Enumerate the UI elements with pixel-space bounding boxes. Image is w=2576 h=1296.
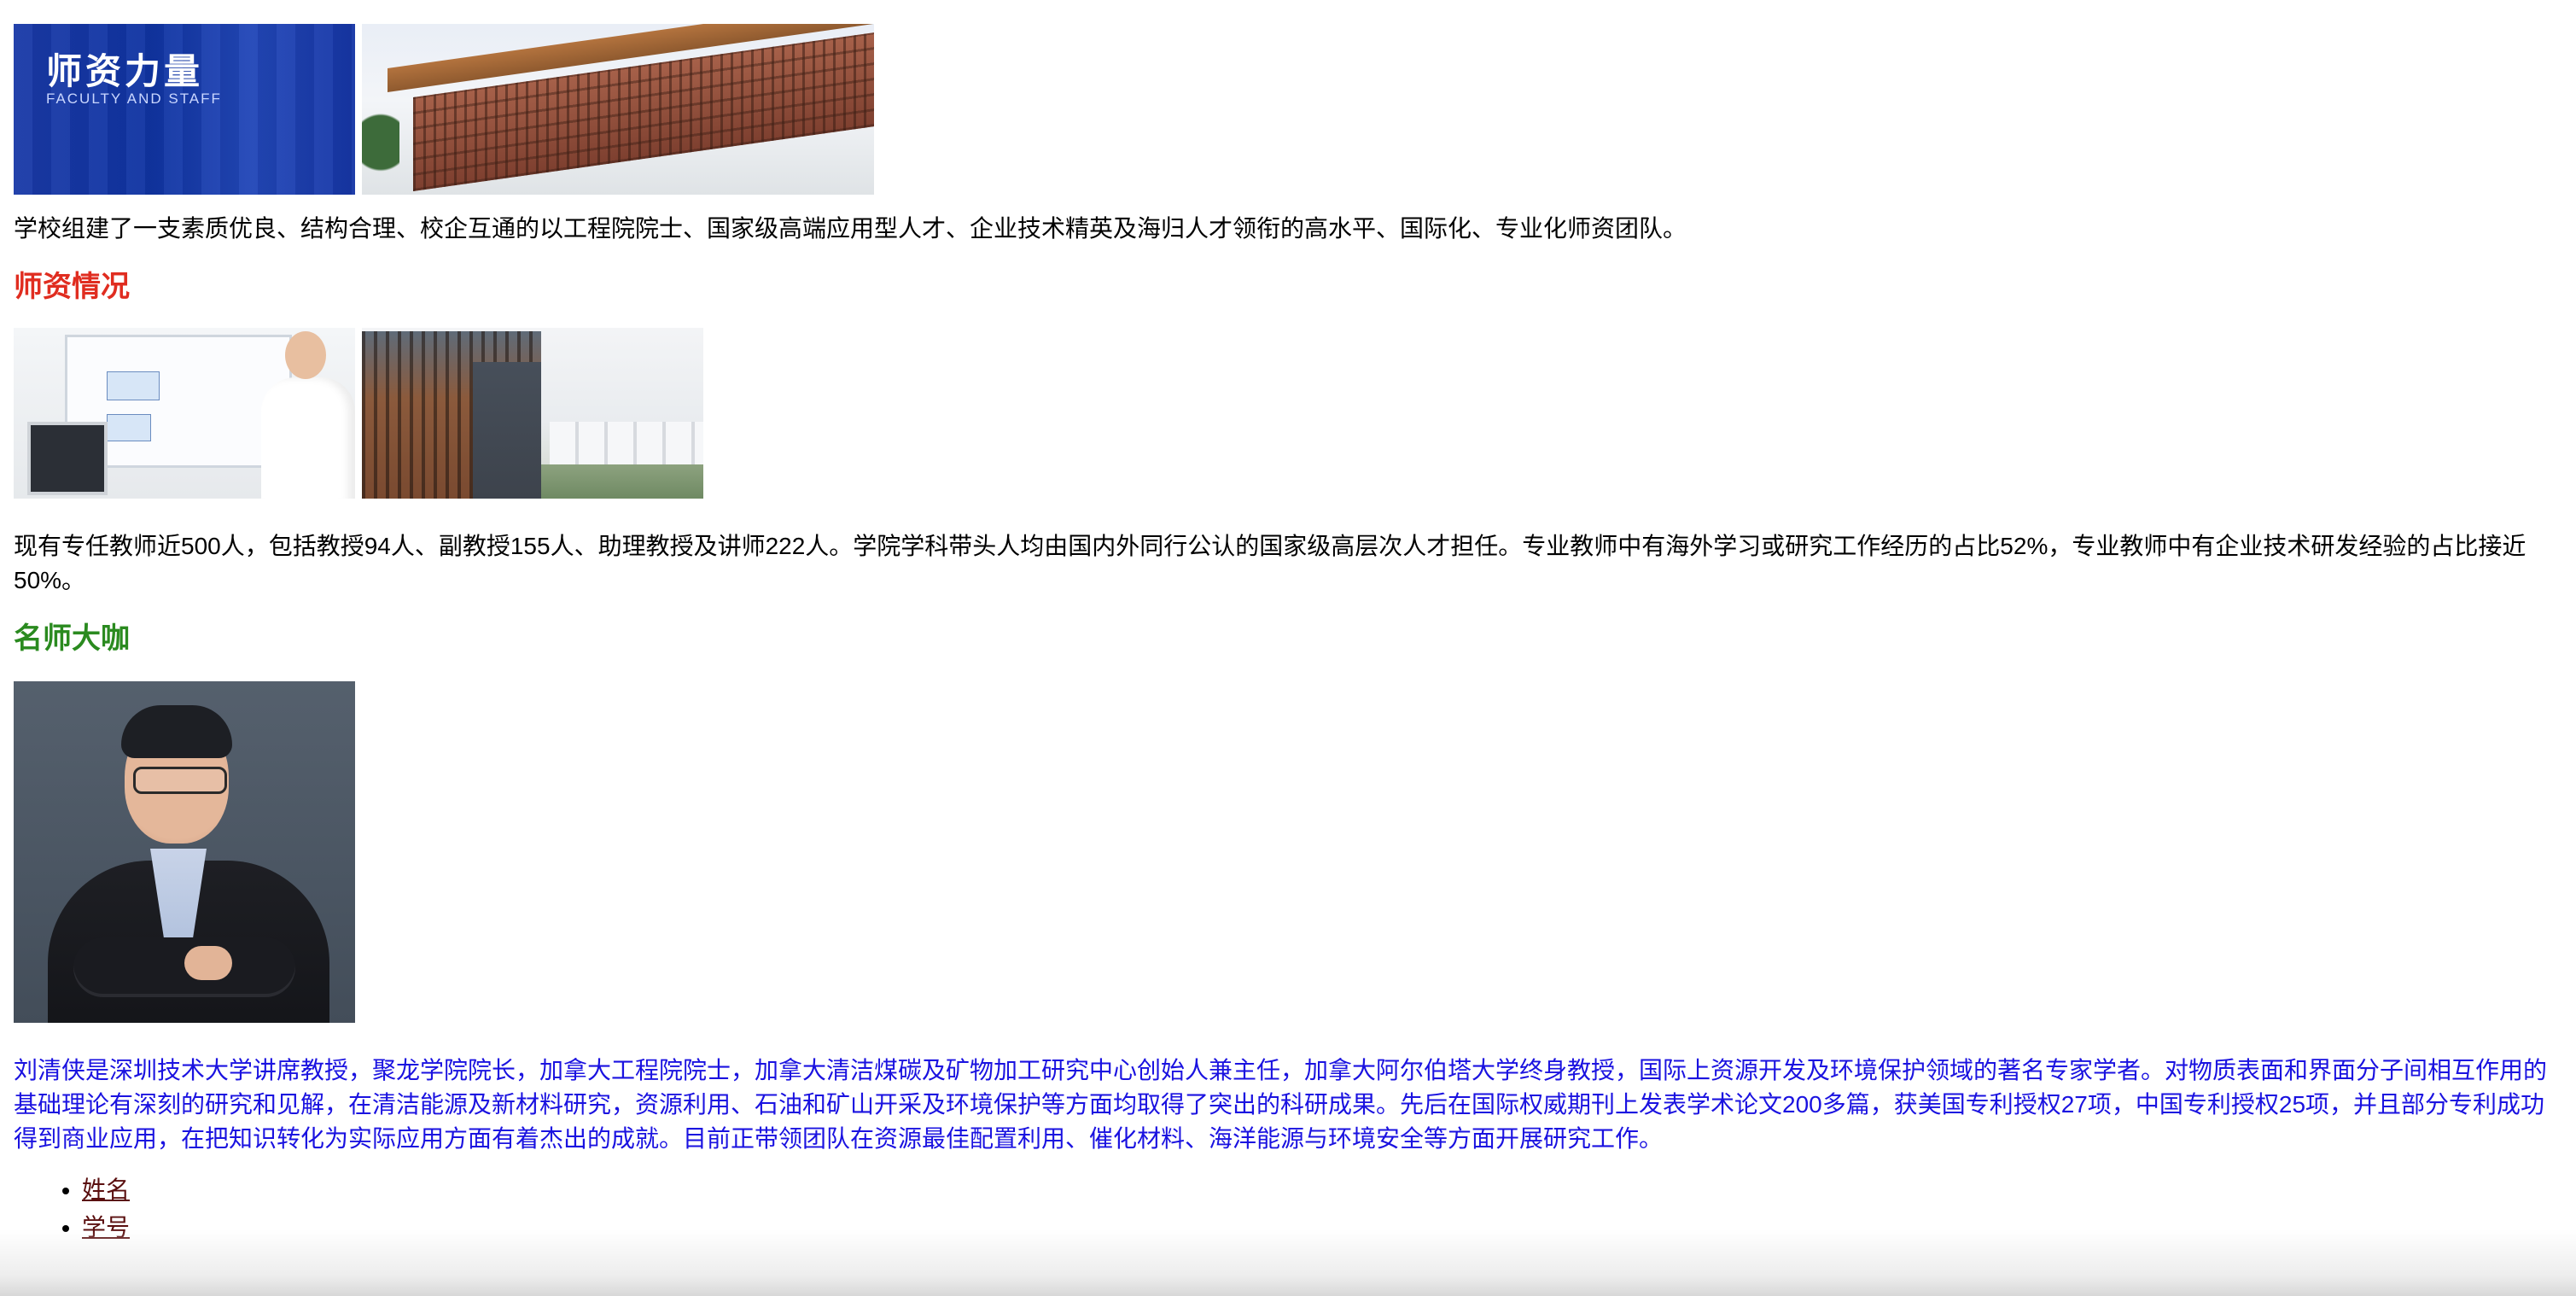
professor-bio: 刘清侠是深圳技术大学讲席教授，聚龙学院院长，加拿大工程院院士，加拿大清洁煤碳及矿… xyxy=(14,1057,2548,1152)
banner-title: 师资力量 xyxy=(46,50,204,92)
header-banner: 师资力量 FACULTY AND STAFF xyxy=(14,0,2562,195)
list-item: 学号 xyxy=(82,1209,2562,1246)
faculty-banner-image: 师资力量 FACULTY AND STAFF xyxy=(14,24,355,195)
link-list: 姓名 学号 xyxy=(14,1171,2562,1246)
portrait-wrap xyxy=(14,681,2562,1023)
faculty-heading: 师资情况 xyxy=(14,271,130,303)
professor-portrait xyxy=(14,681,355,1023)
building-photo xyxy=(362,24,874,195)
famous-teachers-heading: 名师大咖 xyxy=(14,622,130,655)
faculty-paragraph: 现有专任教师近500人，包括教授94人、副教授155人、助理教授及讲师222人。… xyxy=(14,533,2526,593)
faculty-photos xyxy=(14,328,2562,499)
teaching-photo xyxy=(14,328,355,499)
campus-photo xyxy=(362,328,703,499)
student-id-link[interactable]: 学号 xyxy=(82,1214,130,1241)
list-item: 姓名 xyxy=(82,1171,2562,1209)
banner-subtitle: FACULTY AND STAFF xyxy=(46,90,222,107)
intro-paragraph: 学校组建了一支素质优良、结构合理、校企互通的以工程院院士、国家级高端应用型人才、… xyxy=(14,215,1687,242)
page-content: 师资力量 FACULTY AND STAFF 学校组建了一支素质优良、结构合理、… xyxy=(14,0,2562,1246)
name-link[interactable]: 姓名 xyxy=(82,1176,130,1203)
